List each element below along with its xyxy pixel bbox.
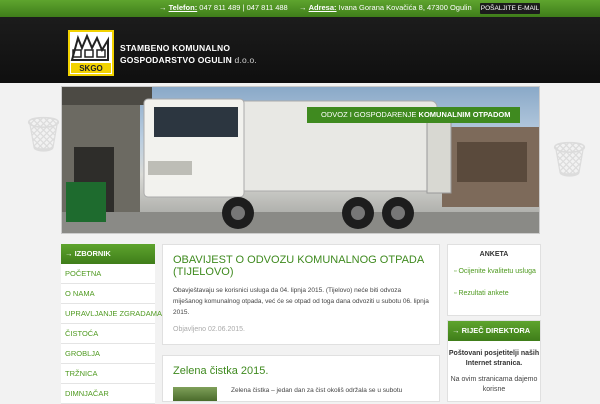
article-body: Zelena čistka – jedan dan za čist okoliš… <box>231 387 403 394</box>
poll-link-results-label: Rezultati ankete <box>458 290 509 297</box>
sidebar-menu: → IZBORNIK POČETNA O NAMA UPRAVLJANJE ZG… <box>61 244 162 404</box>
arrow-icon: → <box>452 326 460 335</box>
logo-lettering: SKGO <box>79 64 103 73</box>
top-contact-bar: → Telefon: 047 811 489 | 047 811 488 → A… <box>0 0 600 17</box>
poll-link-rate-service-label: Ocijenite kvalitetu usluga <box>458 268 536 275</box>
hero-banner: ODVOZ I GOSPODARENJE KOMUNALNIM OTPADOM <box>61 86 540 234</box>
address-value: Ivana Gorana Kovačića 8, 47300 Ogulin <box>338 3 472 12</box>
sidebar-item-cistoca[interactable]: ČISTOĆA <box>61 324 155 344</box>
company-name: STAMBENO KOMUNALNO GOSPODARSTVO OGULIN d… <box>120 42 257 66</box>
director-box: → RIJEČ DIREKTORA Poštovani posjetitelji… <box>447 320 541 402</box>
sidebar-title-text: IZBORNIK <box>74 249 111 258</box>
address-label: Adresa: <box>308 3 337 12</box>
sidebar-item-dimnjacar[interactable]: DIMNJAČAR <box>61 384 155 404</box>
hero-slogan: ODVOZ I GOSPODARENJE KOMUNALNIM OTPADOM <box>307 107 521 123</box>
director-title-text: RIJEČ DIREKTORA <box>461 326 531 335</box>
company-name-line2: GOSPODARSTVO OGULIN <box>120 55 232 65</box>
sidebar-title: → IZBORNIK <box>61 244 155 264</box>
news-article: OBAVIJEST O ODVOZU KOMUNALNOG OTPADA (TI… <box>162 244 440 345</box>
poll-link-results[interactable]: ▫ Rezultati ankete <box>454 289 509 299</box>
phone-label: Telefon: <box>168 3 198 12</box>
director-text: Na ovim stranicama dajemo korisne <box>450 376 538 393</box>
trash-bin-icon: 🗑 <box>22 116 66 154</box>
article-title[interactable]: Zelena čistka 2015. <box>173 365 433 377</box>
sidebar-item-groblja[interactable]: GROBLJA <box>61 344 155 364</box>
poll-title: ANKETA <box>479 251 509 258</box>
director-title: → RIJEČ DIREKTORA <box>448 321 540 341</box>
arrow-icon: → <box>65 249 73 258</box>
phone-info: → Telefon: 047 811 489 | 047 811 488 <box>159 3 288 12</box>
send-email-button[interactable]: POŠALJITE E-MAIL <box>480 3 540 14</box>
sidebar-item-upravljanje-zgradama[interactable]: UPRAVLJANJE ZGRADAMA <box>61 304 162 324</box>
trash-bin-icon: 🗑 <box>548 141 592 179</box>
hero-slogan-prefix: ODVOZ I GOSPODARENJE <box>321 110 417 119</box>
article-date: Objavljeno 02.06.2015. <box>173 326 245 333</box>
director-greeting: Poštovani posjetitelji naših Internet st… <box>448 350 540 367</box>
company-name-line1: STAMBENO KOMUNALNO <box>120 43 231 53</box>
article-body: Obavještavaju se korisnici usluga da 04.… <box>173 287 429 316</box>
list-bullet-icon: ▫ <box>454 290 457 297</box>
arrow-icon: → <box>159 3 167 12</box>
article-thumbnail[interactable] <box>173 387 217 401</box>
list-bullet-icon: ▫ <box>454 268 457 275</box>
sidebar-item-pocetna[interactable]: POČETNA <box>61 264 155 284</box>
sidebar-item-o-nama[interactable]: O NAMA <box>61 284 155 304</box>
poll-box: ANKETA ▫ Ocijenite kvalitetu usluga ▫ Re… <box>447 244 541 316</box>
company-logo[interactable]: SKGO <box>68 30 114 76</box>
news-article: Zelena čistka 2015. Zelena čistka – jeda… <box>162 355 440 402</box>
address-info: → Adresa: Ivana Gorana Kovačića 8, 47300… <box>299 3 472 12</box>
phone-value[interactable]: 047 811 489 | 047 811 488 <box>199 3 287 12</box>
hero-slogan-bold: KOMUNALNIM OTPADOM <box>418 110 511 119</box>
sidebar-item-trznica[interactable]: TRŽNICA <box>61 364 155 384</box>
company-suffix: d.o.o. <box>234 55 257 65</box>
poll-link-rate-service[interactable]: ▫ Ocijenite kvalitetu usluga <box>454 267 536 277</box>
arrow-icon: → <box>299 3 307 12</box>
article-title[interactable]: OBAVIJEST O ODVOZU KOMUNALNOG OTPADA (TI… <box>173 254 433 278</box>
